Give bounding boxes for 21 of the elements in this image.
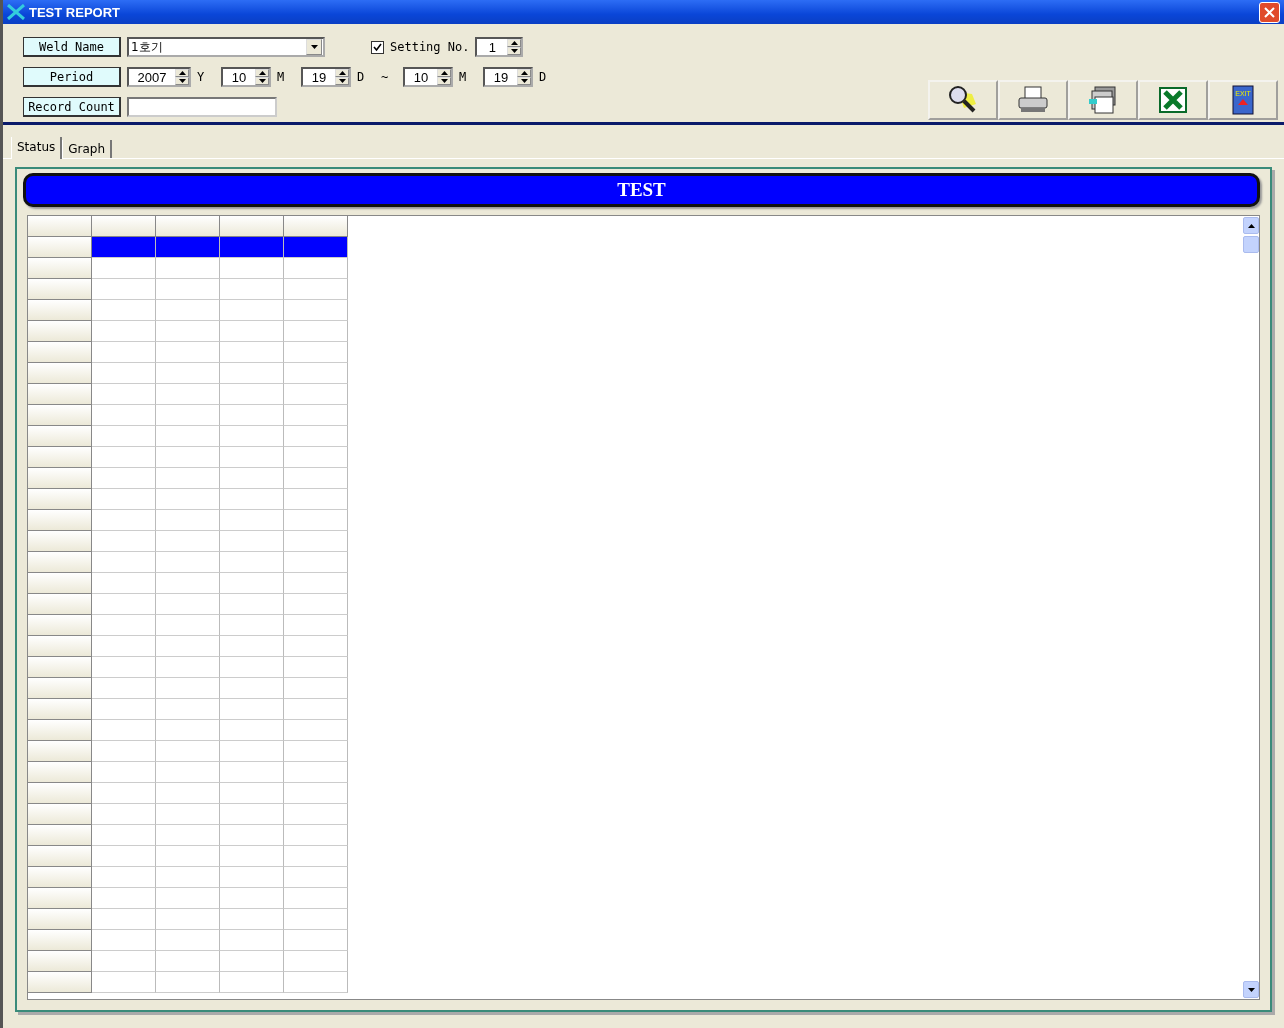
unit-label: Y — [197, 70, 206, 84]
unit-label: D — [357, 70, 366, 84]
unit-label: D — [539, 70, 548, 84]
setting-label: Setting No. — [390, 40, 470, 54]
window-title: TEST REPORT — [29, 4, 121, 20]
spin-field[interactable]: 2007 — [127, 67, 191, 87]
range-separator: ~ — [381, 70, 390, 84]
banner-title: TEST — [617, 179, 666, 201]
weld-name-dropdown[interactable]: 1호기 — [127, 37, 325, 57]
field-label: Weld Name — [23, 37, 121, 57]
tab[interactable]: Graph — [62, 140, 113, 158]
unit-label: M — [277, 70, 286, 84]
tab[interactable]: Status — [11, 137, 63, 159]
unit-label: M — [459, 70, 468, 84]
spin-field[interactable]: 19 — [301, 67, 351, 87]
spin-field[interactable]: 10 — [221, 67, 271, 87]
spin-field[interactable]: 10 — [403, 67, 453, 87]
spin-field[interactable]: 1 — [475, 37, 524, 57]
field-label: Record Count — [23, 97, 121, 117]
field-label: Period — [23, 67, 121, 87]
spin-field[interactable]: 19 — [483, 67, 533, 87]
